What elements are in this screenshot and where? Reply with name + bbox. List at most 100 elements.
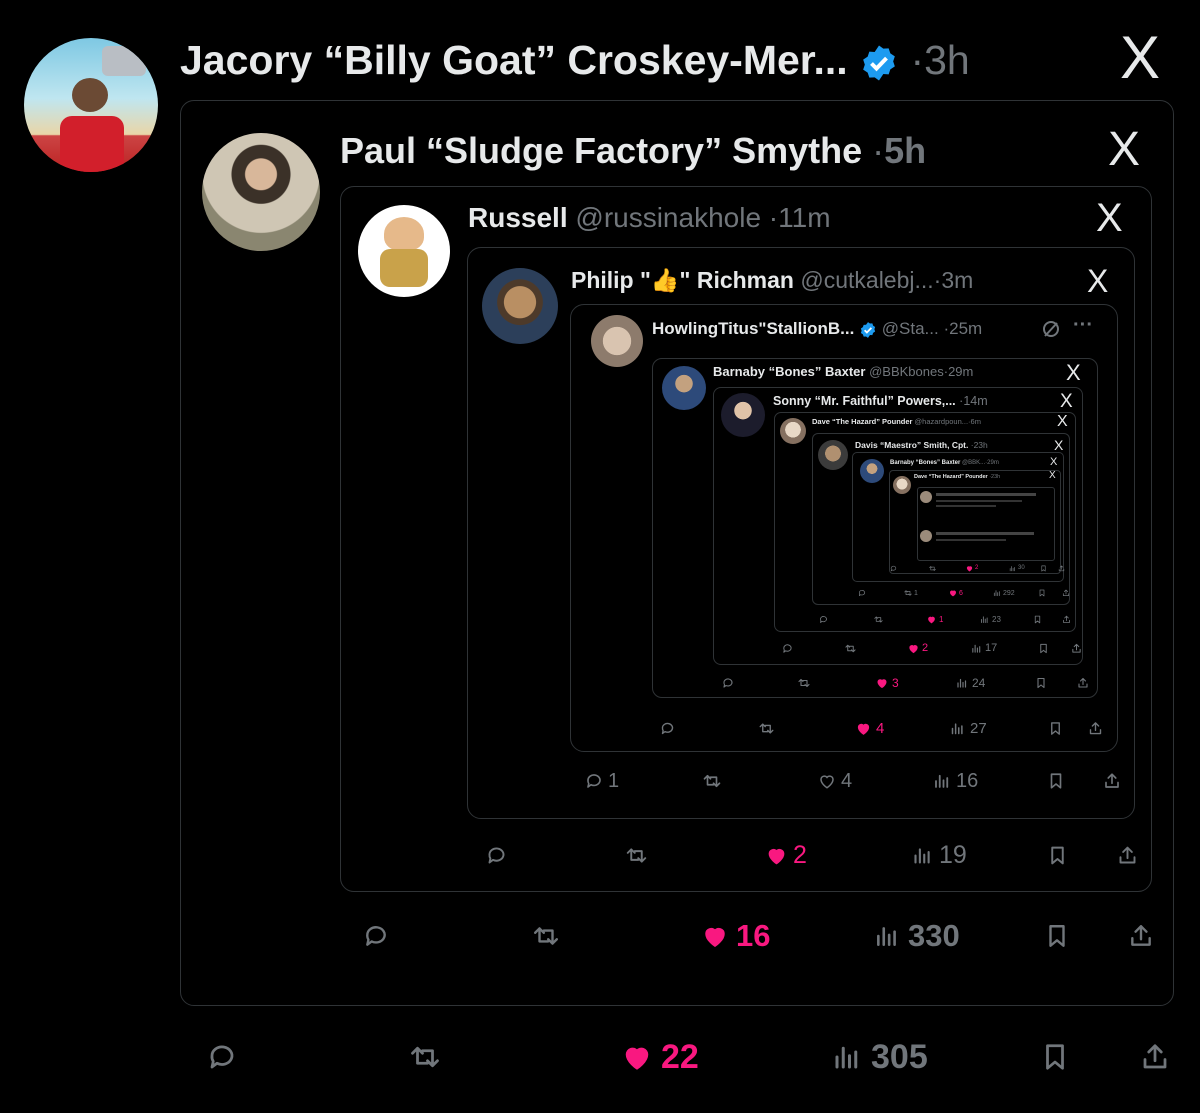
x-logo-icon[interactable]: X [1120, 28, 1160, 88]
views-button[interactable]: 292 [993, 589, 1015, 597]
avatar[interactable] [202, 133, 320, 251]
x-logo-icon[interactable]: X [1096, 198, 1123, 238]
more-options-icon[interactable]: ··· [1073, 314, 1093, 337]
repost-button[interactable] [929, 565, 938, 572]
display-name[interactable]: HowlingTitus"StallionB... [652, 319, 854, 338]
reply-button[interactable] [660, 721, 680, 736]
views-button[interactable]: 19 [912, 841, 967, 869]
avatar[interactable] [662, 366, 706, 410]
bookmark-button[interactable] [1040, 565, 1047, 572]
display-name[interactable]: Barnaby “Bones” Baxter [890, 460, 960, 466]
repost-button[interactable] [874, 615, 886, 624]
display-name-prefix[interactable]: Philip " [571, 267, 651, 293]
bookmark-button[interactable] [1048, 721, 1063, 736]
reply-button[interactable] [486, 845, 513, 866]
quote-card[interactable] [917, 487, 1055, 561]
bookmark-button[interactable] [1038, 589, 1046, 597]
bookmark-button[interactable] [1033, 615, 1042, 624]
share-button[interactable] [1071, 643, 1082, 654]
like-button[interactable]: 16 [702, 918, 770, 953]
x-logo-icon[interactable]: X [1054, 438, 1063, 452]
timestamp[interactable]: 25m [949, 319, 982, 338]
repost-button[interactable] [798, 677, 814, 689]
timestamp[interactable]: 11m [778, 202, 830, 233]
handle[interactable]: @russinakhole [575, 202, 761, 233]
avatar[interactable] [860, 459, 884, 483]
reply-button[interactable] [858, 589, 868, 597]
reply-button[interactable] [363, 923, 397, 949]
share-button[interactable] [1103, 772, 1121, 790]
timestamp[interactable]: 29m [987, 460, 999, 466]
like-button[interactable]: 4 [856, 720, 884, 737]
timestamp[interactable]: 5h [884, 130, 926, 171]
timestamp[interactable]: 3m [941, 267, 973, 293]
share-button[interactable] [1062, 589, 1070, 597]
timestamp[interactable]: 6m [971, 417, 981, 426]
share-button[interactable] [1077, 677, 1089, 689]
share-button[interactable] [1062, 615, 1071, 624]
avatar[interactable] [358, 205, 450, 297]
share-button[interactable] [1058, 565, 1065, 572]
views-button[interactable]: 17 [971, 642, 997, 654]
views-button[interactable]: 27 [950, 720, 987, 737]
timestamp[interactable]: 23h [991, 474, 1000, 480]
display-name[interactable]: Russell [468, 202, 568, 233]
grok-icon[interactable] [1041, 319, 1061, 339]
timestamp[interactable]: 23h [974, 440, 988, 450]
handle[interactable]: @hazardpoun... [915, 417, 968, 426]
like-button[interactable]: 22 [622, 1038, 699, 1076]
repost-button[interactable] [626, 845, 653, 866]
display-name[interactable]: Davis “Maestro” Smith, Cpt. [855, 440, 968, 450]
like-button[interactable]: 2 [766, 841, 807, 869]
display-name[interactable]: Paul “Sludge Factory” Smythe [340, 130, 862, 171]
repost-button[interactable] [703, 772, 726, 790]
views-button[interactable]: 330 [874, 918, 960, 953]
bookmark-button[interactable] [1035, 677, 1047, 689]
display-name[interactable]: Jacory “Billy Goat” Croskey-Mer... [180, 37, 848, 83]
like-button[interactable]: 6 [949, 589, 963, 597]
display-name-suffix[interactable]: " Richman [680, 267, 794, 293]
avatar[interactable] [818, 440, 848, 470]
repost-button[interactable] [533, 923, 567, 949]
handle[interactable]: @Sta... [882, 319, 939, 338]
share-button[interactable] [1088, 721, 1103, 736]
display-name[interactable]: Sonny “Mr. Faithful” Powers,... [773, 394, 956, 408]
x-logo-icon[interactable]: X [1066, 362, 1081, 384]
repost-button[interactable] [759, 721, 779, 736]
handle[interactable]: @BBK... [962, 460, 985, 466]
repost-button[interactable] [410, 1042, 449, 1072]
views-button[interactable]: 23 [980, 615, 1001, 624]
avatar[interactable] [591, 315, 643, 367]
like-button[interactable]: 3 [876, 676, 899, 690]
avatar[interactable] [721, 393, 765, 437]
x-logo-icon[interactable]: X [1060, 392, 1073, 411]
like-button[interactable]: 4 [818, 770, 852, 792]
x-logo-icon[interactable]: X [1108, 126, 1140, 174]
like-button[interactable]: 2 [966, 565, 978, 572]
bookmark-button[interactable] [1040, 1042, 1070, 1072]
like-button[interactable]: 2 [908, 642, 928, 654]
like-button[interactable]: 1 [927, 615, 943, 624]
avatar[interactable] [482, 268, 558, 344]
x-logo-icon[interactable]: X [1087, 265, 1108, 297]
views-button[interactable]: 30 [1009, 565, 1025, 572]
reply-button[interactable] [890, 565, 899, 572]
display-name[interactable]: Dave “The Hazard” Pounder [812, 417, 912, 426]
views-button[interactable]: 16 [933, 770, 978, 792]
bookmark-button[interactable] [1038, 643, 1049, 654]
avatar[interactable] [780, 418, 806, 444]
bookmark-button[interactable] [1047, 845, 1068, 866]
reply-button[interactable]: 1 [585, 770, 619, 792]
x-logo-icon[interactable]: X [1057, 414, 1068, 430]
display-name[interactable]: Dave “The Hazard” Pounder [914, 474, 988, 480]
x-logo-icon[interactable]: X [1049, 471, 1056, 481]
avatar[interactable] [24, 38, 158, 172]
share-button[interactable] [1128, 923, 1154, 949]
reply-button[interactable] [207, 1042, 246, 1072]
avatar[interactable] [893, 476, 911, 494]
timestamp[interactable]: 29m [948, 364, 973, 379]
timestamp[interactable]: 14m [963, 394, 987, 408]
bookmark-button[interactable] [1047, 772, 1065, 790]
views-button[interactable]: 24 [956, 676, 985, 690]
bookmark-button[interactable] [1044, 923, 1070, 949]
